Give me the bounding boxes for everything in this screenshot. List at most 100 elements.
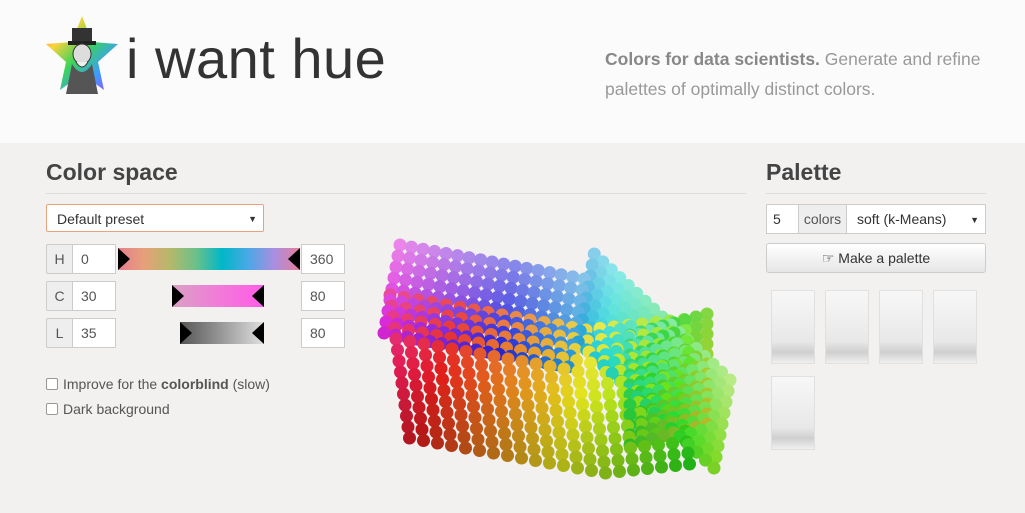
color-sample-point — [506, 385, 519, 399]
color-sample-point — [562, 395, 575, 409]
hue-max-input[interactable]: 360 — [301, 244, 345, 274]
color-sample-point — [496, 416, 510, 429]
color-sample-point — [520, 261, 534, 275]
color-sample-point — [377, 326, 391, 340]
color-sample-point — [426, 255, 440, 269]
color-space-title: Color space — [46, 159, 178, 185]
color-sample-point — [573, 376, 586, 389]
color-sample-point — [534, 390, 547, 404]
color-sample-point — [597, 455, 611, 469]
chroma-min-input[interactable]: 30 — [72, 281, 116, 311]
palette-swatch[interactable] — [825, 290, 869, 364]
color-sample-point — [552, 426, 566, 439]
color-sample-point — [563, 406, 577, 420]
color-sample-point — [510, 418, 524, 432]
palette-swatch[interactable] — [771, 290, 815, 364]
color-sample-point — [491, 290, 505, 304]
hue-gradient-slider[interactable] — [118, 248, 300, 270]
color-sample-point — [652, 438, 665, 452]
color-sample-point — [476, 369, 490, 383]
colorblind-option[interactable]: Improve for the colorblind (slow) — [46, 376, 270, 392]
color-space-3d-visualization[interactable] — [360, 215, 750, 490]
color-sample-point — [443, 428, 457, 441]
palette-swatch[interactable] — [933, 290, 977, 364]
color-sample-point — [445, 342, 459, 356]
lightness-max-input[interactable]: 80 — [301, 318, 345, 348]
lightness-min-input[interactable]: 35 — [72, 318, 116, 348]
color-count-input[interactable]: 5 — [766, 204, 799, 234]
clustering-mode-select[interactable]: soft (k-Means) ▼ — [846, 204, 986, 234]
color-sample-point — [403, 251, 417, 265]
palette-swatch[interactable] — [771, 376, 815, 450]
color-sample-point — [543, 456, 556, 470]
color-sample-point — [458, 273, 472, 287]
color-sample-point — [560, 384, 574, 398]
color-sample-point — [497, 257, 511, 271]
color-sample-point — [414, 253, 428, 267]
preset-select[interactable]: Default preset ▼ — [46, 204, 264, 232]
color-sample-point — [462, 367, 476, 380]
color-sample-point — [490, 372, 504, 385]
divider — [766, 193, 986, 194]
dark-background-option[interactable]: Dark background — [46, 401, 170, 417]
color-sample-point — [394, 365, 407, 379]
color-sample-point — [516, 283, 530, 297]
color-sample-point — [412, 264, 426, 278]
color-sample-point — [403, 431, 416, 445]
clustering-mode-value: soft (k-Means) — [857, 211, 947, 227]
lightness-max-handle[interactable] — [252, 322, 264, 344]
color-sample-point — [594, 433, 608, 447]
color-sample-point — [571, 365, 585, 378]
divider — [46, 193, 746, 194]
color-sample-point — [509, 407, 522, 421]
color-sample-point — [582, 442, 595, 455]
color-sample-point — [525, 296, 539, 310]
color-sample-point — [468, 411, 482, 424]
lightness-min-handle[interactable] — [180, 322, 192, 344]
make-palette-button[interactable]: ☞ Make a palette — [766, 243, 986, 273]
chroma-max-handle[interactable] — [252, 285, 264, 307]
color-sample-point — [465, 389, 479, 402]
color-sample-point — [470, 422, 483, 435]
color-sample-point — [395, 376, 409, 390]
hue-min-handle[interactable] — [118, 248, 130, 270]
color-sample-point — [605, 410, 619, 423]
color-sample-point — [569, 450, 583, 464]
dark-background-label: Dark background — [63, 401, 170, 417]
hue-max-handle[interactable] — [288, 248, 300, 270]
color-sample-point — [445, 439, 458, 452]
chroma-gradient-slider[interactable] — [172, 285, 264, 307]
color-sample-point — [641, 462, 654, 475]
hue-min-input[interactable]: 0 — [72, 244, 116, 274]
color-sample-point — [406, 357, 420, 370]
color-sample-point — [624, 441, 637, 455]
color-sample-point — [393, 238, 407, 252]
color-sample-point — [512, 429, 525, 443]
color-sample-point — [546, 382, 560, 395]
colorblind-checkbox[interactable] — [46, 378, 58, 390]
color-sample-point — [541, 277, 555, 291]
dark-background-checkbox[interactable] — [46, 403, 58, 415]
color-sample-point — [468, 286, 482, 300]
color-sample-point — [515, 451, 528, 465]
palette-swatch[interactable] — [879, 290, 923, 364]
color-sample-point — [387, 271, 401, 285]
color-sample-point — [513, 440, 527, 454]
app-title: i want hue — [126, 27, 387, 90]
color-sample-point — [590, 400, 603, 414]
color-sample-point — [535, 401, 549, 415]
color-sample-point — [493, 394, 507, 407]
color-sample-point — [416, 242, 430, 256]
chroma-min-handle[interactable] — [172, 285, 184, 307]
color-sample-point — [507, 396, 521, 410]
color-sample-point — [424, 266, 438, 280]
color-sample-point — [613, 465, 626, 478]
color-sample-point — [454, 408, 468, 422]
color-sample-point — [481, 402, 494, 416]
color-sample-point — [639, 451, 653, 464]
color-sample-point — [429, 425, 443, 439]
color-sample-point — [539, 288, 553, 302]
color-sample-point — [576, 398, 589, 411]
color-sample-point — [422, 277, 436, 291]
chroma-max-input[interactable]: 80 — [301, 281, 345, 311]
